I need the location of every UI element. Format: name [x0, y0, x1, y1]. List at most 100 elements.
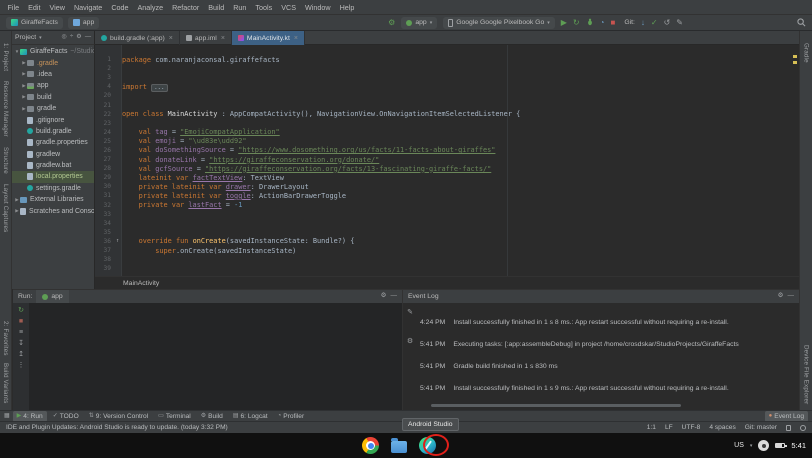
- project-tree-item-external-libraries[interactable]: ▶External Libraries: [12, 194, 94, 205]
- menu-navigate[interactable]: Navigate: [69, 3, 106, 12]
- code-line[interactable]: 3: [95, 73, 799, 82]
- tool-stripe-device-file-explorer[interactable]: Device File Explorer: [803, 345, 810, 404]
- run-tab-app[interactable]: app: [36, 290, 68, 303]
- project-tree[interactable]: ▼GiraffeFacts~/StudioPro▶.gradle▶.idea▶a…: [12, 45, 95, 289]
- code-line[interactable]: 37 super.onCreate(savedInstanceState): [95, 246, 799, 255]
- more-icon[interactable]: ⋮: [18, 362, 25, 369]
- apply-changes-button[interactable]: ↻: [573, 19, 580, 27]
- menu-refactor[interactable]: Refactor: [168, 3, 204, 12]
- project-tree-item-gradle[interactable]: ▶gradle: [12, 103, 94, 114]
- menu-window[interactable]: Window: [300, 3, 335, 12]
- code-line[interactable]: 25 val emoji = "\ud83e\udd92": [95, 137, 799, 146]
- status-utf-8[interactable]: UTF-8: [682, 424, 701, 431]
- lock-icon[interactable]: [786, 425, 791, 431]
- menu-analyze[interactable]: Analyze: [133, 3, 168, 12]
- up-icon[interactable]: ↥: [18, 351, 24, 358]
- chrome-icon[interactable]: [362, 437, 379, 454]
- code-line[interactable]: 38: [95, 255, 799, 264]
- clock[interactable]: 5:41: [791, 441, 806, 450]
- battery-icon[interactable]: [775, 443, 785, 448]
- tool-stripe-2-favorites[interactable]: 2: Favorites: [2, 321, 9, 356]
- code-line[interactable]: 31 private lateinit var toggle: ActionBa…: [95, 191, 799, 200]
- code-line[interactable]: 26 val doSomethingSource = "https://www.…: [95, 146, 799, 155]
- code-line[interactable]: 33: [95, 210, 799, 219]
- tool-stripe-gradle[interactable]: Gradle: [803, 43, 810, 63]
- git-update-button[interactable]: ↓: [641, 19, 645, 27]
- tool-window-button-event-log[interactable]: ● Event Log: [765, 411, 808, 422]
- project-panel-title[interactable]: Project: [15, 34, 36, 41]
- status-lf[interactable]: LF: [665, 424, 673, 431]
- profiler-button[interactable]: ◔: [600, 19, 605, 27]
- project-tree-item-gradle-properties[interactable]: gradle.properties: [12, 137, 94, 148]
- settings-icon[interactable]: ⚙: [76, 34, 82, 40]
- project-tree-item-local-properties[interactable]: local.properties: [12, 171, 94, 182]
- close-icon[interactable]: ×: [221, 35, 225, 42]
- tool-window-button-build[interactable]: ⚙Build: [197, 411, 227, 422]
- code-line[interactable]: 27 val donateLink = "https://giraffecons…: [95, 155, 799, 164]
- project-chip[interactable]: GiraffeFacts: [6, 17, 63, 29]
- code-line[interactable]: 34: [95, 219, 799, 228]
- search-everywhere-button[interactable]: [797, 14, 806, 32]
- settings-icon[interactable]: ⚙: [381, 293, 387, 300]
- module-chip[interactable]: app: [68, 17, 99, 29]
- edit-icon[interactable]: ✎: [407, 309, 413, 316]
- menu-icon[interactable]: ≡: [19, 329, 23, 336]
- project-tree-item-settings-gradle[interactable]: settings.gradle: [12, 183, 94, 194]
- build-hammer-icon[interactable]: ⚙: [388, 19, 395, 27]
- menu-run[interactable]: Run: [229, 3, 251, 12]
- tool-window-button-terminal[interactable]: ▭Terminal: [154, 411, 195, 422]
- horizontal-scrollbar[interactable]: [431, 404, 681, 407]
- gutter-icon[interactable]: ↑: [113, 239, 122, 245]
- code-line[interactable]: 24 val tag = "EmojiCompatApplication": [95, 128, 799, 137]
- tool-window-button-9-version-control[interactable]: ⇅9: Version Control: [85, 411, 152, 422]
- close-icon[interactable]: ×: [169, 35, 173, 42]
- hide-panel-button[interactable]: —: [85, 34, 91, 40]
- tool-stripe-1-project[interactable]: 1: Project: [2, 43, 9, 71]
- tool-window-button-profiler[interactable]: ◔Profiler: [274, 411, 309, 422]
- code-line[interactable]: 35: [95, 228, 799, 237]
- tool-stripe-build-variants[interactable]: Build Variants: [2, 363, 9, 404]
- tool-stripe-layout-captures[interactable]: Layout Captures: [2, 184, 9, 232]
- gear-icon[interactable]: ⚙: [407, 338, 413, 345]
- project-tree-item-build[interactable]: ▶build: [12, 92, 94, 103]
- status-git-master[interactable]: Git: master: [745, 424, 777, 431]
- window-icon[interactable]: ▦: [4, 413, 10, 419]
- device-selector[interactable]: Google Google Pixelbook Go ▾: [443, 17, 555, 29]
- rerun-icon[interactable]: ↻: [18, 307, 24, 314]
- stop-icon[interactable]: ■: [19, 318, 23, 325]
- close-icon[interactable]: ×: [294, 35, 298, 42]
- project-tree-item-idea[interactable]: ▶.idea: [12, 69, 94, 80]
- editor-tab-app-iml[interactable]: app.iml ×: [180, 31, 232, 45]
- select-opened-file-button[interactable]: ◎: [61, 34, 66, 40]
- code-line[interactable]: 32 private var lastFact = -1: [95, 201, 799, 210]
- project-tree-item-build-gradle[interactable]: build.gradle: [12, 126, 94, 137]
- git-rollback-button[interactable]: ↺: [664, 19, 671, 27]
- tool-window-button-4-run[interactable]: ▶4: Run: [13, 411, 47, 422]
- git-commit-button[interactable]: ✓: [651, 19, 658, 27]
- code-line[interactable]: 28 val gcfSource = "https://giraffeconse…: [95, 164, 799, 173]
- project-tree-item-gitignore[interactable]: .gitignore: [12, 114, 94, 125]
- menu-view[interactable]: View: [45, 3, 69, 12]
- code-line[interactable]: 1package com.naranjaconsal.giraffefacts: [95, 55, 799, 64]
- code-line[interactable]: 29 lateinit var factTextView: TextView: [95, 173, 799, 182]
- code-line[interactable]: 21: [95, 100, 799, 109]
- stop-button[interactable]: ■: [610, 19, 615, 27]
- code-line[interactable]: 30 private lateinit var drawer: DrawerLa…: [95, 182, 799, 191]
- project-tree-item-scratches-and-consoles[interactable]: ▶Scratches and Consoles: [12, 205, 94, 216]
- settings-icon[interactable]: ⚙: [778, 293, 784, 300]
- code-line[interactable]: 2: [95, 64, 799, 73]
- code-line[interactable]: 39: [95, 264, 799, 273]
- run-button[interactable]: ▶: [561, 19, 567, 27]
- code-line[interactable]: 22open class MainActivity : AppCompatAct…: [95, 110, 799, 119]
- code-line[interactable]: 23: [95, 119, 799, 128]
- hide-panel-button[interactable]: —: [391, 293, 398, 300]
- breadcrumb-item[interactable]: MainActivity: [123, 280, 159, 287]
- debug-button[interactable]: [586, 18, 594, 28]
- status-4-spaces[interactable]: 4 spaces: [709, 424, 735, 431]
- menu-file[interactable]: File: [3, 3, 24, 12]
- status-1-1[interactable]: 1:1: [647, 424, 656, 431]
- run-config-selector[interactable]: app ▾: [401, 17, 437, 29]
- project-tree-item-gradlew[interactable]: gradlew: [12, 149, 94, 160]
- tool-stripe-resource-manager[interactable]: Resource Manager: [2, 81, 9, 137]
- hide-panel-button[interactable]: —: [788, 293, 795, 300]
